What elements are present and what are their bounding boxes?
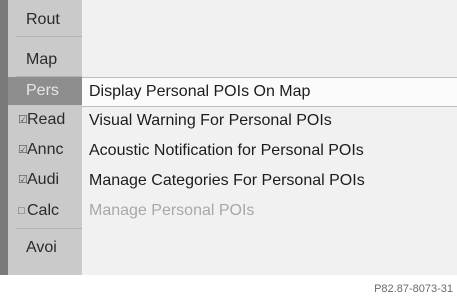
submenu-item-label: Acoustic Notification for Personal POIs	[89, 142, 364, 159]
submenu-item-manage-categories[interactable]: Manage Categories For Personal POIs	[82, 166, 457, 196]
submenu-item-label: Manage Personal POIs	[89, 202, 255, 219]
navigation-screen: Rout Map Pers ☑ Read ☑ Annc ☑ Audi □ Cal…	[8, 0, 457, 275]
menu-item-label: Audi	[27, 171, 60, 188]
menu-item-personal[interactable]: Pers	[8, 77, 82, 105]
submenu-item-label: Manage Categories For Personal POIs	[89, 172, 365, 189]
menu-divider	[16, 228, 82, 229]
menu-divider	[16, 36, 82, 37]
submenu-item-visual-warning[interactable]: Visual Warning For Personal POIs	[82, 106, 457, 136]
submenu-item-display-personal-pois[interactable]: Display Personal POIs On Map	[82, 77, 457, 107]
menu-item-calculate[interactable]: □ Calc	[8, 197, 82, 225]
submenu-item-label: Display Personal POIs On Map	[89, 83, 311, 100]
menu-item-label: Avoi	[26, 239, 57, 256]
checkbox-unchecked-icon[interactable]: □	[18, 197, 25, 225]
submenu-panel: Display Personal POIs On Map Visual Warn…	[82, 0, 457, 275]
menu-item-label: Map	[26, 51, 58, 68]
submenu-item-label: Visual Warning For Personal POIs	[89, 112, 332, 129]
image-reference-code: P82.87-8073-31	[374, 283, 453, 295]
menu-item-label: Annc	[27, 141, 64, 158]
menu-item-audio[interactable]: ☑ Audi	[8, 166, 82, 194]
menu-item-read[interactable]: ☑ Read	[8, 106, 82, 134]
main-menu-column: Rout Map Pers ☑ Read ☑ Annc ☑ Audi □ Cal…	[8, 0, 82, 275]
screenshot-frame: Rout Map Pers ☑ Read ☑ Annc ☑ Audi □ Cal…	[0, 0, 457, 304]
screen-bezel	[0, 0, 8, 275]
menu-item-announce[interactable]: ☑ Annc	[8, 136, 82, 164]
menu-item-label: Calc	[27, 202, 60, 219]
menu-item-route[interactable]: Rout	[8, 6, 82, 34]
caption-area: P82.87-8073-31	[0, 275, 457, 304]
menu-item-label: Pers	[26, 82, 59, 99]
submenu-item-manage-personal-pois: Manage Personal POIs	[82, 196, 457, 226]
menu-item-avoid[interactable]: Avoi	[8, 234, 82, 262]
submenu-item-acoustic-notification[interactable]: Acoustic Notification for Personal POIs	[82, 136, 457, 166]
menu-item-map[interactable]: Map	[8, 46, 82, 74]
menu-item-label: Rout	[26, 11, 60, 28]
menu-item-label: Read	[27, 111, 66, 128]
